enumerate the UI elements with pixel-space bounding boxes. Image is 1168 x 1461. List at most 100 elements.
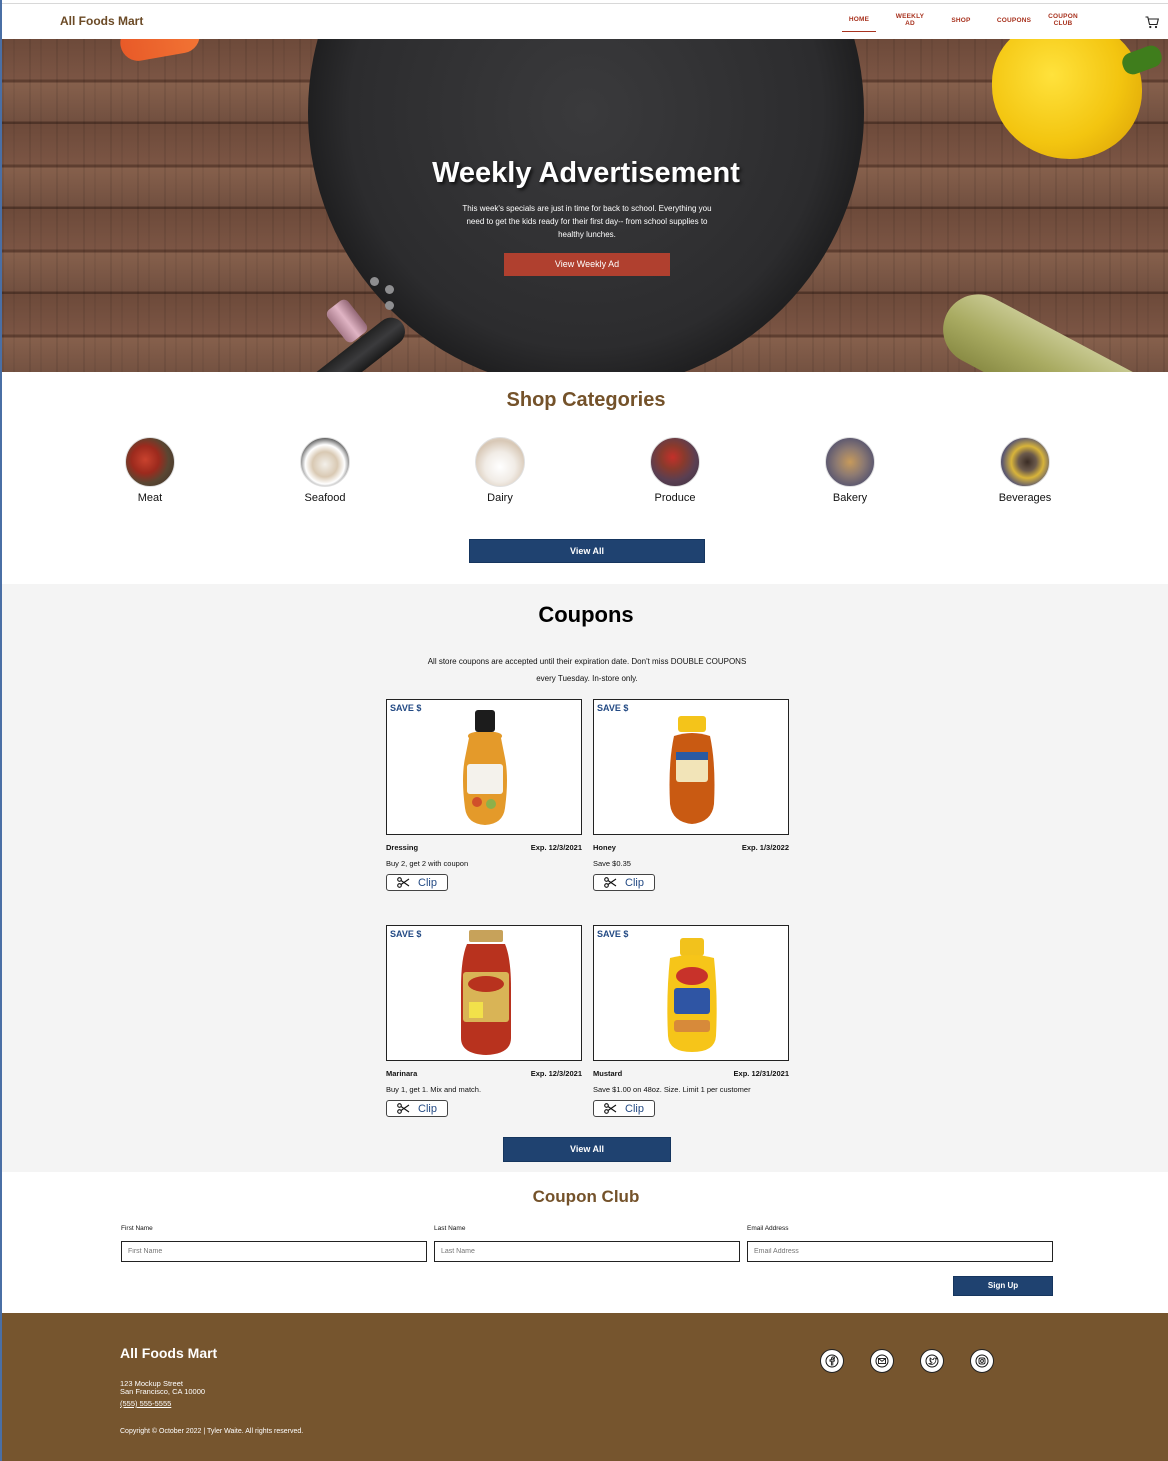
category-beverages[interactable]: Beverages <box>965 437 1085 504</box>
coupon-offer: Buy 2, get 2 with coupon <box>386 859 469 868</box>
coupon-save-label: SAVE $ <box>390 703 422 713</box>
shop-categories-title: Shop Categories <box>506 389 666 411</box>
nav-coupons[interactable]: COUPONS <box>992 17 1036 24</box>
scissors-icon <box>397 1103 410 1114</box>
coupon-card-marinara: SAVE $ Marinara Exp. 12/3/2021 Buy 1, ge… <box>386 925 582 1117</box>
nav-shop[interactable]: SHOP <box>946 17 976 24</box>
coupon-offer: Buy 1, get 1. Mix and match. <box>386 1085 482 1094</box>
bakery-image <box>825 437 875 487</box>
instagram-link[interactable] <box>970 1349 994 1373</box>
mail-icon <box>875 1354 889 1368</box>
dressing-bottle-image <box>463 710 507 825</box>
first-name-field[interactable] <box>121 1241 427 1262</box>
twitter-link[interactable] <box>920 1349 944 1373</box>
honey-bottle-image <box>669 716 715 824</box>
marinara-jar-image <box>461 930 511 1055</box>
coupon-image-box: SAVE $ <box>386 699 582 835</box>
clip-button[interactable]: Clip <box>593 1100 655 1117</box>
sign-up-button[interactable]: Sign Up <box>953 1276 1053 1296</box>
coupon-image-box: SAVE $ <box>593 699 789 835</box>
coupon-card-mustard: SAVE $ Mustard Exp. 12/31/2021 Save $1.0… <box>593 925 789 1117</box>
coupon-save-label: SAVE $ <box>597 703 629 713</box>
category-meat[interactable]: Meat <box>90 437 210 504</box>
footer-phone-link[interactable]: (555) 555-5555 <box>120 1399 171 1408</box>
nav-home[interactable]: HOME <box>842 16 876 32</box>
clip-label: Clip <box>418 876 437 889</box>
coupon-name: Marinara <box>386 1069 418 1078</box>
coupon-info-row: Honey Exp. 1/3/2022 <box>593 843 789 852</box>
coupon-expiry: Exp. 12/31/2021 <box>733 1069 789 1078</box>
hero-title: Weekly Advertisement <box>432 157 740 189</box>
nav-coupon-club[interactable]: COUPON CLUB <box>1044 13 1082 27</box>
clip-button[interactable]: Clip <box>386 874 448 891</box>
coupon-image-box: SAVE $ <box>386 925 582 1061</box>
site-header: All Foods Mart HOME WEEKLY AD SHOP COUPO… <box>2 3 1168 39</box>
email-field[interactable] <box>747 1241 1053 1262</box>
meat-image <box>125 437 175 487</box>
coupon-offer: Save $1.00 on 48oz. Size. Limit 1 per cu… <box>593 1085 751 1094</box>
produce-image <box>650 437 700 487</box>
footer-copyright: Copyright © October 2022 | Tyler Waite. … <box>120 1428 304 1435</box>
nav-weekly-ad[interactable]: WEEKLY AD <box>892 13 928 27</box>
coupons-title: Coupons <box>538 602 634 627</box>
coupon-expiry: Exp. 12/3/2021 <box>530 843 582 852</box>
category-label: Bakery <box>832 492 868 504</box>
coupon-name: Honey <box>593 843 616 852</box>
footer-brand: All Foods Mart <box>120 1345 218 1361</box>
last-name-field[interactable] <box>434 1241 740 1262</box>
view-weekly-ad-button[interactable]: View Weekly Ad <box>504 253 670 276</box>
coupon-name: Dressing <box>386 843 419 852</box>
clip-label: Clip <box>625 1102 644 1115</box>
coupons-view-all-button[interactable]: View All <box>503 1137 671 1162</box>
category-produce[interactable]: Produce <box>615 437 735 504</box>
first-name-label: First Name <box>121 1225 153 1232</box>
address-line-2: San Francisco, CA 10000 <box>120 1387 206 1396</box>
coupon-card-dressing: SAVE $ Dressing Exp. 12/3/2021 Buy 2, ge… <box>386 699 582 891</box>
facebook-link[interactable] <box>820 1349 844 1373</box>
seafood-image <box>300 437 350 487</box>
email-link[interactable] <box>870 1349 894 1373</box>
email-label: Email Address <box>747 1225 789 1232</box>
coupon-info-row: Marinara Exp. 12/3/2021 <box>386 1069 582 1078</box>
beverages-image <box>1000 437 1050 487</box>
category-bakery[interactable]: Bakery <box>790 437 910 504</box>
scissors-icon <box>604 1103 617 1114</box>
clip-button[interactable]: Clip <box>593 874 655 891</box>
coupon-save-label: SAVE $ <box>597 929 629 939</box>
hero-banner: Weekly Advertisement This week's special… <box>2 39 1168 372</box>
category-label: Produce <box>654 492 696 504</box>
twitter-icon <box>925 1354 939 1368</box>
last-name-label: Last Name <box>434 1225 466 1232</box>
cart-icon[interactable] <box>1145 16 1159 29</box>
hero-description: This week's specials are just in time fo… <box>462 204 712 239</box>
category-label: Seafood <box>304 492 346 504</box>
clip-label: Clip <box>625 876 644 889</box>
dairy-image <box>475 437 525 487</box>
clip-button[interactable]: Clip <box>386 1100 448 1117</box>
category-label: Meat <box>137 492 163 504</box>
scissors-icon <box>604 877 617 888</box>
clip-label: Clip <box>418 1102 437 1115</box>
category-seafood[interactable]: Seafood <box>265 437 385 504</box>
category-label: Dairy <box>487 492 513 504</box>
instagram-icon <box>975 1354 989 1368</box>
coupon-save-label: SAVE $ <box>390 929 422 939</box>
main-nav: HOME WEEKLY AD SHOP COUPONS COUPON CLUB <box>2 4 1168 39</box>
coupons-description: All store coupons are accepted until the… <box>427 657 747 683</box>
footer-address: 123 Mockup Street San Francisco, CA 1000… <box>120 1380 205 1396</box>
coupon-card-honey: SAVE $ Honey Exp. 1/3/2022 Save $0.35 Cl… <box>593 699 789 891</box>
coupon-offer: Save $0.35 <box>593 859 631 868</box>
categories-view-all-button[interactable]: View All <box>469 539 705 563</box>
scissors-icon <box>397 877 410 888</box>
coupon-image-box: SAVE $ <box>593 925 789 1061</box>
mustard-bottle-image <box>667 938 717 1052</box>
coupon-expiry: Exp. 1/3/2022 <box>741 843 789 852</box>
coupon-info-row: Dressing Exp. 12/3/2021 <box>386 843 582 852</box>
facebook-icon <box>825 1354 839 1368</box>
coupon-club-title: Coupon Club <box>532 1187 640 1206</box>
coupon-name: Mustard <box>593 1069 623 1078</box>
coupon-expiry: Exp. 12/3/2021 <box>530 1069 582 1078</box>
category-dairy[interactable]: Dairy <box>440 437 560 504</box>
hero-content: Weekly Advertisement This week's special… <box>2 39 1168 372</box>
coupon-info-row: Mustard Exp. 12/31/2021 <box>593 1069 789 1078</box>
